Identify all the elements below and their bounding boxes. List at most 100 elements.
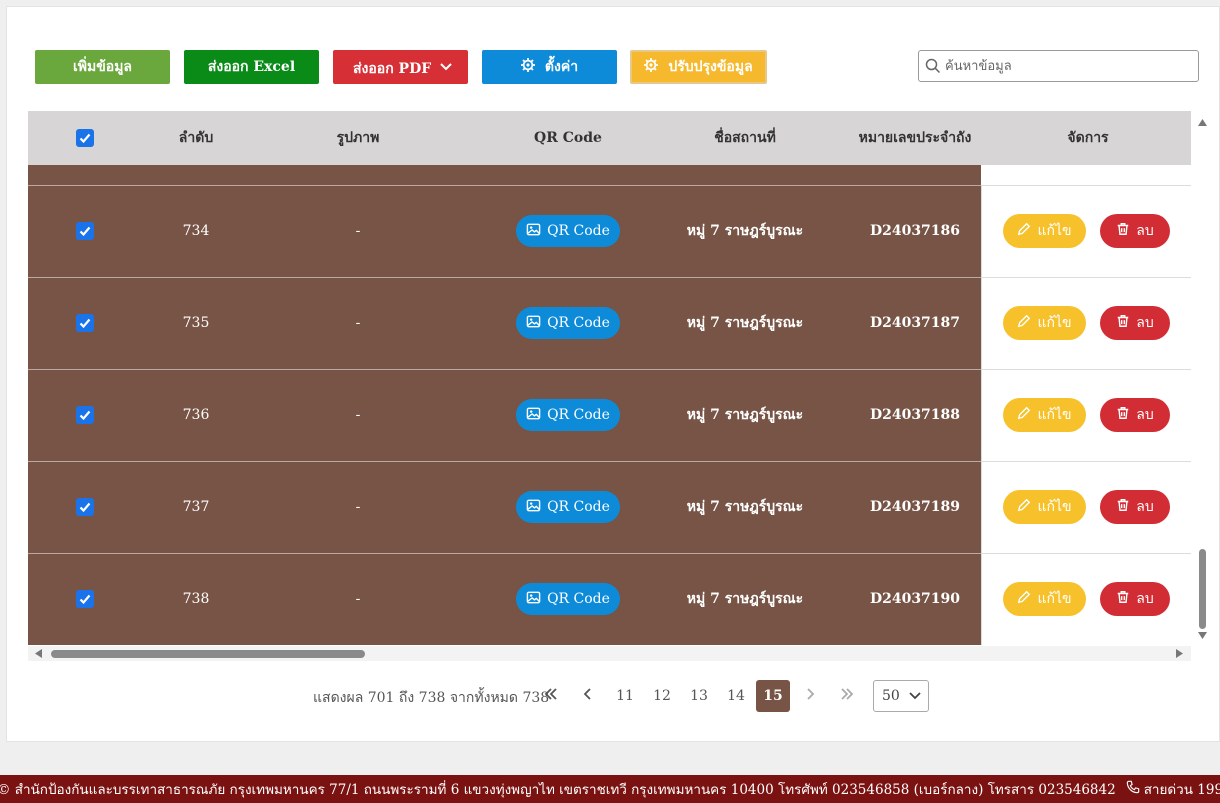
update-data-label: ปรับปรุงข้อมูล (668, 59, 753, 75)
horizontal-scroll-thumb[interactable] (51, 650, 365, 658)
col-header-no[interactable]: ลำดับ (141, 111, 251, 165)
cell-no: 735 (182, 315, 210, 331)
first-page-button[interactable] (534, 680, 568, 712)
gear-icon (520, 58, 545, 76)
page-button[interactable]: 14 (719, 680, 753, 712)
table-row: 735 - QR Code หมู่ 7 ราษฎร์บูรณะ D240371… (28, 277, 1191, 369)
current-page-button[interactable]: 15 (756, 680, 790, 712)
edit-button[interactable]: แก้ไข (1003, 306, 1086, 340)
edit-button[interactable]: แก้ไข (1003, 582, 1086, 616)
settings-label: ตั้งค่า (544, 59, 579, 75)
export-pdf-button[interactable]: ส่งออก PDF (333, 50, 468, 84)
delete-button[interactable]: ลบ (1100, 306, 1170, 340)
edit-button[interactable]: แก้ไข (1003, 398, 1086, 432)
scroll-down-icon[interactable] (1198, 632, 1207, 639)
delete-button[interactable]: ลบ (1100, 582, 1170, 616)
edit-button[interactable]: แก้ไข (1003, 214, 1086, 248)
cell-no: 737 (182, 499, 210, 515)
next-page-button[interactable] (793, 680, 827, 712)
edit-button[interactable]: แก้ไข (1003, 490, 1086, 524)
cell-image: - (355, 591, 361, 607)
scroll-right-icon[interactable] (1176, 649, 1183, 658)
pencil-icon (1017, 406, 1037, 424)
cell-tank-id: D24037186 (869, 223, 961, 239)
add-data-label: เพิ่มข้อมูล (72, 59, 133, 75)
table-header: ลำดับ รูปภาพ QR Code ชื่อสถานที่ หมายเลข… (28, 111, 1191, 165)
delete-label: ลบ (1136, 499, 1154, 515)
double-chevron-right-icon (840, 688, 854, 704)
delete-label: ลบ (1136, 315, 1154, 331)
cell-tank-id: D24037188 (869, 407, 961, 423)
cell-tank-id: D24037190 (869, 591, 961, 607)
image-icon (526, 406, 547, 425)
edit-label: แก้ไข (1037, 223, 1072, 239)
trash-icon (1116, 222, 1136, 240)
cell-image: - (355, 315, 361, 331)
table-row: 738 - QR Code หมู่ 7 ราษฎร์บูรณะ D240371… (28, 553, 1191, 645)
row-checkbox[interactable] (73, 553, 97, 645)
gear-icon (644, 58, 668, 76)
select-all-checkbox[interactable] (73, 111, 97, 165)
vertical-scroll-thumb[interactable] (1199, 549, 1206, 629)
qr-code-button[interactable]: QR Code (516, 491, 620, 523)
qr-code-button[interactable]: QR Code (516, 399, 620, 431)
export-excel-label: ส่งออก Excel (207, 59, 296, 75)
qr-code-label: QR Code (547, 499, 610, 515)
chevron-left-icon (583, 688, 593, 704)
update-data-button[interactable]: ปรับปรุงข้อมูล (630, 50, 767, 84)
horizontal-scrollbar[interactable] (28, 646, 1191, 661)
qr-code-button[interactable]: QR Code (516, 215, 620, 247)
row-checkbox[interactable] (73, 369, 97, 461)
delete-label: ลบ (1136, 591, 1154, 607)
cell-no: 734 (182, 223, 210, 239)
qr-code-button[interactable]: QR Code (516, 307, 620, 339)
export-excel-button[interactable]: ส่งออก Excel (184, 50, 319, 84)
pencil-icon (1017, 222, 1037, 240)
page-size-select[interactable]: 50 (873, 680, 929, 712)
prev-page-button[interactable] (571, 680, 605, 712)
trash-icon (1116, 498, 1136, 516)
pencil-icon (1017, 590, 1037, 608)
double-chevron-left-icon (544, 688, 558, 704)
cell-place: หมู่ 7 ราษฎร์บูรณะ (686, 591, 804, 607)
delete-button[interactable]: ลบ (1100, 398, 1170, 432)
qr-code-label: QR Code (547, 591, 610, 607)
table-row: 736 - QR Code หมู่ 7 ราษฎร์บูรณะ D240371… (28, 369, 1191, 461)
col-header-tank-id[interactable]: หมายเลขประจำถัง (840, 111, 990, 165)
page-button[interactable]: 11 (608, 680, 642, 712)
trash-icon (1116, 590, 1136, 608)
col-header-actions: จัดการ (1067, 130, 1109, 146)
row-checkbox[interactable] (73, 277, 97, 369)
settings-button[interactable]: ตั้งค่า (482, 50, 617, 84)
col-header-place[interactable]: ชื่อสถานที่ (670, 111, 820, 165)
chevron-down-icon (909, 692, 921, 700)
page-button[interactable]: 13 (682, 680, 716, 712)
last-page-button[interactable] (830, 680, 864, 712)
vertical-scrollbar[interactable] (1194, 111, 1211, 651)
cell-place: หมู่ 7 ราษฎร์บูรณะ (686, 315, 804, 331)
cell-tank-id: D24037187 (869, 315, 961, 331)
cell-place: หมู่ 7 ราษฎร์บูรณะ (686, 407, 804, 423)
delete-button[interactable]: ลบ (1100, 490, 1170, 524)
cell-image: - (355, 407, 361, 423)
scroll-left-icon[interactable] (35, 649, 42, 658)
col-header-qr[interactable]: QR Code (503, 111, 633, 165)
edit-label: แก้ไข (1037, 315, 1072, 331)
cell-place: หมู่ 7 ราษฎร์บูรณะ (686, 223, 804, 239)
row-checkbox[interactable] (73, 185, 97, 277)
pencil-icon (1017, 498, 1037, 516)
delete-button[interactable]: ลบ (1100, 214, 1170, 248)
cell-place: หมู่ 7 ราษฎร์บูรณะ (686, 499, 804, 515)
qr-code-button[interactable]: QR Code (516, 583, 620, 615)
search-box (918, 50, 1199, 82)
page-button[interactable]: 12 (645, 680, 679, 712)
hotline-text: สายด่วน 199 (1143, 782, 1220, 798)
scroll-up-icon[interactable] (1198, 119, 1207, 126)
add-data-button[interactable]: เพิ่มข้อมูล (35, 50, 170, 84)
cell-image: - (355, 499, 361, 515)
chevron-down-icon[interactable] (438, 59, 464, 79)
row-checkbox[interactable] (73, 461, 97, 553)
search-input[interactable] (945, 55, 1190, 77)
col-header-image[interactable]: รูปภาพ (288, 111, 428, 165)
cell-no: 736 (182, 407, 210, 423)
